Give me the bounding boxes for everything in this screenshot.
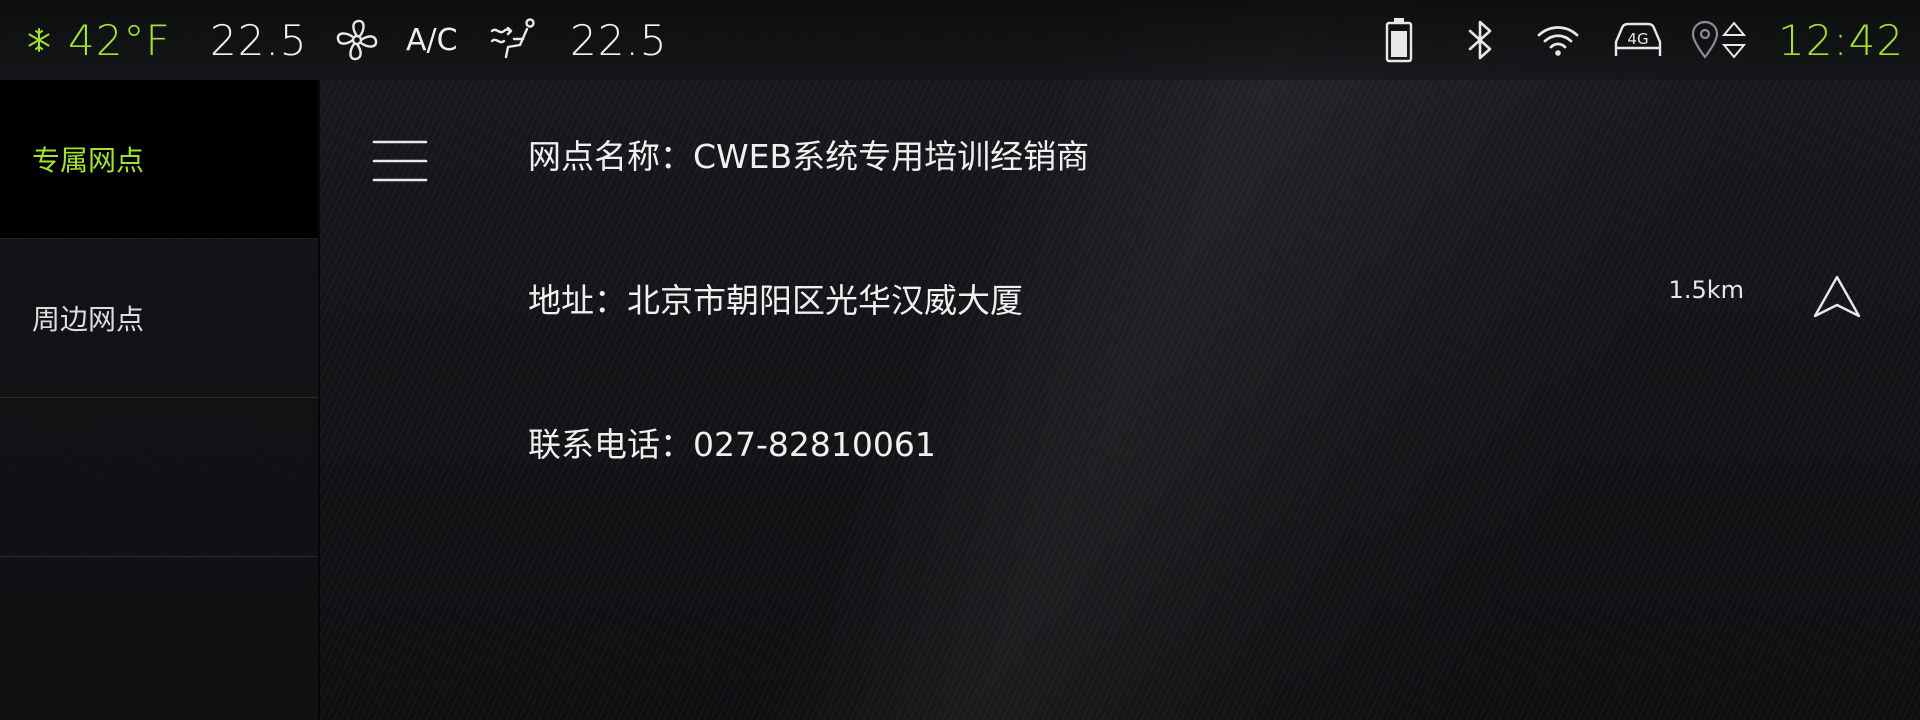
network-label: 4G — [1627, 30, 1648, 48]
battery-icon — [1385, 0, 1413, 80]
bluetooth-icon[interactable] — [1466, 0, 1494, 80]
passenger-temperature[interactable]: 22.5 — [570, 0, 668, 80]
wifi-icon[interactable] — [1536, 0, 1580, 80]
screen: 42°F 22.5 A/C 22.5 4G 12:42 专属网点 周边网点 网点… — [0, 0, 1920, 720]
outside-temperature: 42°F — [68, 15, 171, 65]
sidebar-item-nearby-outlets[interactable]: 周边网点 — [0, 239, 318, 398]
driver-temperature[interactable]: 22.5 — [210, 0, 308, 80]
ac-button[interactable]: A/C — [406, 0, 458, 80]
sidebar-empty-slot — [0, 557, 318, 716]
distance-label: 1.5km — [1668, 276, 1744, 304]
navigate-arrow-icon[interactable] — [1812, 274, 1862, 320]
sidebar-item-label: 周边网点 — [32, 303, 145, 336]
location-icon[interactable] — [1690, 0, 1720, 80]
car-4g-icon: 4G — [1612, 0, 1664, 80]
fan-icon[interactable] — [334, 0, 380, 80]
sidebar-item-exclusive-outlets[interactable]: 专属网点 — [0, 80, 318, 239]
clock: 12:42 — [1778, 15, 1905, 65]
status-bar: 42°F 22.5 A/C 22.5 4G 12:42 — [0, 0, 1920, 80]
outlet-address: 地址：北京市朝阳区光华汉威大厦 — [528, 281, 1023, 320]
outlet-name: 网点名称：CWEB系统专用培训经销商 — [528, 137, 1090, 176]
outlet-phone[interactable]: 联系电话：027-82810061 — [528, 418, 936, 466]
up-down-arrows-icon — [1722, 0, 1746, 80]
sidebar: 专属网点 周边网点 — [0, 80, 320, 720]
menu-icon[interactable] — [372, 138, 428, 184]
sidebar-empty-slot — [0, 398, 318, 557]
sidebar-item-label: 专属网点 — [32, 144, 145, 177]
seat-airflow-icon[interactable] — [490, 0, 538, 80]
snowflake-icon — [26, 0, 52, 80]
